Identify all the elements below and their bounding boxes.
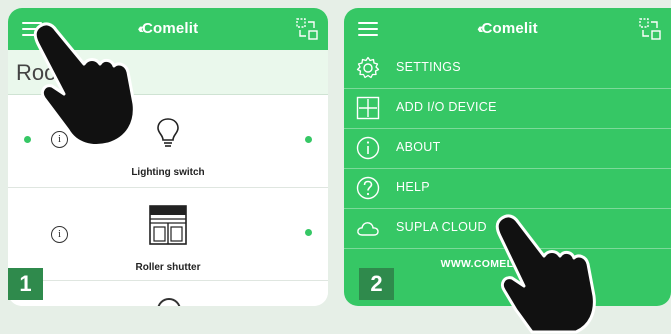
menu-label: SUPLA CLOUD [396, 220, 487, 234]
device-icon-partial [157, 298, 181, 306]
cloud-icon [357, 222, 379, 236]
device-tile-roller-shutter[interactable]: i Roller shutter [8, 188, 328, 281]
gear-icon [356, 56, 380, 79]
step-badge: 2 [359, 268, 394, 300]
menu-label: ABOUT [396, 140, 441, 154]
menu-item-add-io-device[interactable]: ADD I/O DEVICE [344, 88, 671, 129]
menu-label: SETTINGS [396, 60, 461, 74]
device-label: Roller shutter [135, 262, 201, 273]
status-dot [305, 229, 312, 236]
menu-item-help[interactable]: HELP [344, 168, 671, 209]
switch-view-icon[interactable] [296, 18, 318, 40]
question-circle-icon [356, 176, 380, 200]
pointing-hand-icon [495, 214, 596, 334]
brand-logo: ‹‹Comelit [477, 20, 538, 37]
menu-label: HELP [396, 180, 430, 194]
step-badge: 1 [8, 268, 43, 300]
device-label: Lighting switch [131, 167, 205, 178]
roller-shutter-icon [149, 205, 187, 245]
menu-label: ADD I/O DEVICE [396, 100, 497, 114]
pointing-hand-icon [33, 22, 136, 147]
menu-item-settings[interactable]: SETTINGS [344, 48, 671, 89]
status-dot [305, 136, 312, 143]
lightbulb-icon [157, 118, 179, 147]
switch-view-icon[interactable] [639, 18, 661, 40]
info-circle-icon [356, 136, 380, 160]
plus-box-icon [356, 96, 380, 120]
top-bar: ‹‹Comelit [344, 8, 671, 50]
info-icon[interactable]: i [51, 226, 68, 243]
menu-item-about[interactable]: ABOUT [344, 128, 671, 169]
device-tile-partial[interactable] [8, 281, 328, 306]
